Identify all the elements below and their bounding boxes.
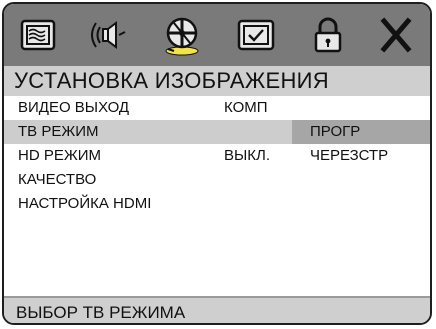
settings-panel: ВИДЕО ВЫХОД КОМП ТВ РЕЖИМ HD РЕЖИМ ВЫКЛ.… <box>4 96 430 296</box>
tab-audio[interactable] <box>82 12 134 58</box>
menu-item-tv-mode[interactable]: ТВ РЕЖИМ <box>4 120 292 144</box>
menu-item-label: ТВ РЕЖИМ <box>18 123 99 140</box>
video-disc-icon <box>165 17 199 56</box>
option-label: ЧЕРЕЗСТР <box>310 147 389 164</box>
option-interlaced[interactable]: ЧЕРЕЗСТР <box>292 144 430 168</box>
preferences-check-icon <box>237 19 275 51</box>
lock-icon <box>314 17 342 53</box>
close-icon <box>380 17 412 53</box>
menu-item-value: КОМП <box>224 99 268 116</box>
page-title-bar: УСТАНОВКА ИЗОБРАЖЕНИЯ <box>4 66 430 96</box>
menu-item-quality[interactable]: КАЧЕСТВО <box>4 168 430 192</box>
menu-item-hdmi-setup[interactable]: НАСТРОЙКА HDMI <box>4 192 430 216</box>
tab-exit[interactable] <box>370 12 422 58</box>
audio-speaker-icon <box>91 21 126 49</box>
setup-toolbar <box>4 4 430 66</box>
menu-item-label: НАСТРОЙКА HDMI <box>18 195 152 212</box>
option-label: ПРОГР <box>310 123 361 140</box>
dvd-setup-screen: УСТАНОВКА ИЗОБРАЖЕНИЯ ВИДЕО ВЫХОД КОМП Т… <box>2 2 432 325</box>
option-progressive[interactable]: ПРОГР <box>292 120 430 144</box>
status-bar: ВЫБОР ТВ РЕЖИМА <box>4 296 430 323</box>
menu-item-label: КАЧЕСТВО <box>18 171 97 188</box>
page-title: УСТАНОВКА ИЗОБРАЖЕНИЯ <box>14 68 329 93</box>
menu-item-video-output[interactable]: ВИДЕО ВЫХОД КОМП <box>4 96 430 120</box>
menu-item-label: ВИДЕО ВЫХОД <box>18 99 130 116</box>
tab-video[interactable] <box>156 12 208 58</box>
display-settings-icon <box>20 19 56 51</box>
status-hint: ВЫБОР ТВ РЕЖИМА <box>16 303 186 322</box>
menu-item-value: ВЫКЛ. <box>224 147 271 164</box>
menu-item-label: HD РЕЖИМ <box>18 147 101 164</box>
tab-preferences[interactable] <box>230 12 282 58</box>
tab-display[interactable] <box>12 12 64 58</box>
tab-lock[interactable] <box>302 12 354 58</box>
